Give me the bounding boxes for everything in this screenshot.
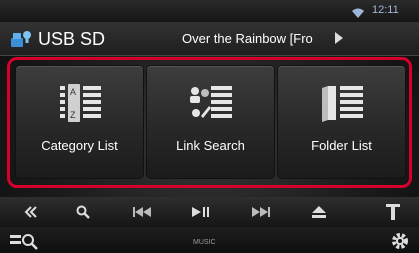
tile-label: Link Search [176,138,245,153]
screen: 12:11 USB SD Over the Rainbow [Fro A Z C… [0,0,419,253]
antenna-icon[interactable] [376,197,410,227]
svg-text:A: A [70,87,76,97]
category-list-icon: A Z [56,82,104,126]
skip-back-icon[interactable] [125,197,159,227]
wifi-icon [352,5,364,18]
folder-list-button[interactable]: Folder List [278,66,405,178]
status-bar: 12:11 [0,0,419,22]
mode-label: MUSIC [193,239,216,246]
play-triangle-icon[interactable] [335,32,343,44]
folder-list-icon [318,82,366,126]
double-chevron-left-icon[interactable] [14,197,48,227]
bottom-bar: MUSIC [0,227,419,253]
track-title[interactable]: Over the Rainbow [Fro [182,31,313,46]
clock: 12:11 [372,4,399,16]
eject-icon[interactable] [302,197,336,227]
header: USB SD Over the Rainbow [Fro [0,22,419,56]
search-icon[interactable] [66,197,100,227]
link-search-button[interactable]: Link Search [147,66,274,178]
tile-label: Category List [41,138,118,153]
skip-forward-icon[interactable] [244,197,278,227]
category-list-button[interactable]: A Z Category List [16,66,143,178]
usb-sd-icon [10,30,32,48]
gear-icon[interactable] [389,230,411,252]
control-bar [0,197,419,227]
link-search-icon [187,82,235,126]
play-pause-icon[interactable] [184,197,218,227]
source-label[interactable]: USB SD [38,29,105,50]
svg-text:Z: Z [70,110,76,120]
list-search-icon[interactable] [8,229,42,251]
tile-label: Folder List [311,138,372,153]
